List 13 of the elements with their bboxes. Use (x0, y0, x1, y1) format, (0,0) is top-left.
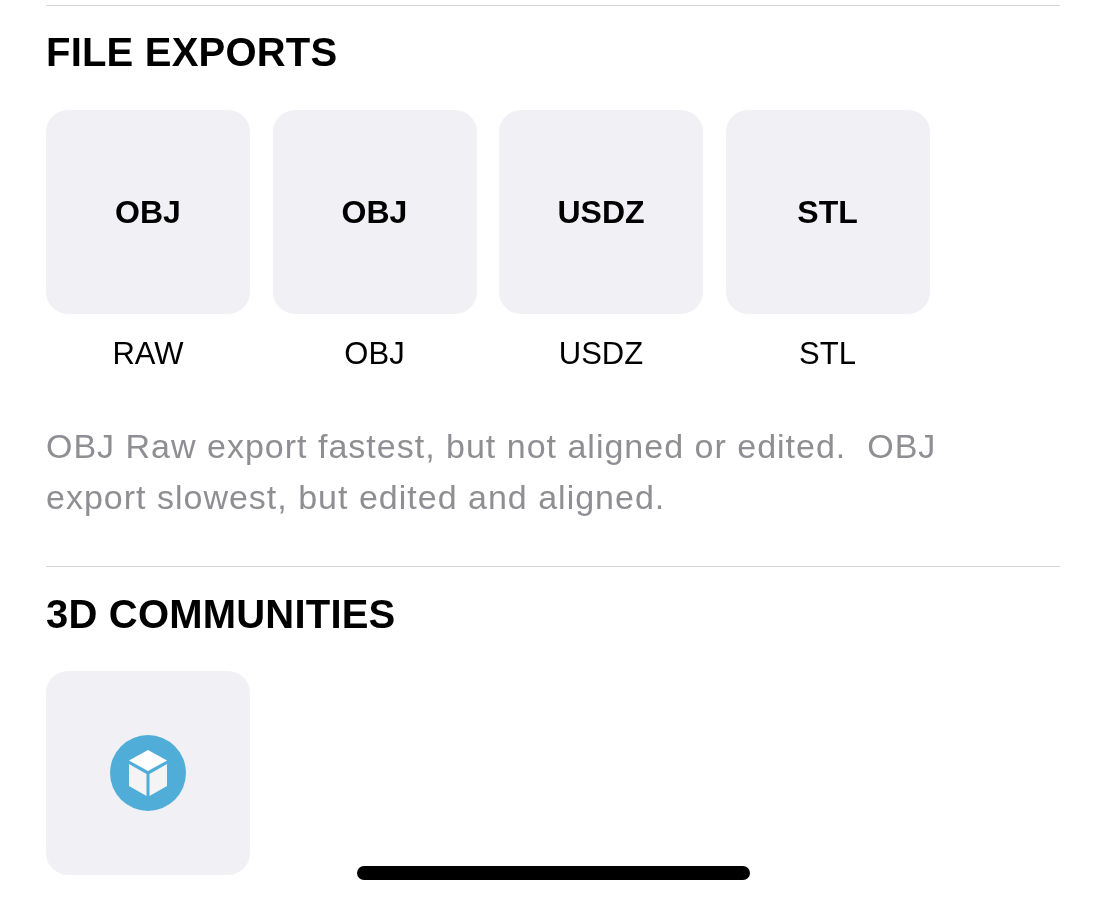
section-heading: FILE EXPORTS (46, 29, 339, 76)
community-tile[interactable] (46, 671, 250, 875)
tile-caption: RAW (112, 335, 184, 373)
tile-caption: USDZ (558, 335, 644, 373)
section-heading: 3D COMMUNITIES (46, 591, 397, 638)
tile-caption: OBJ (344, 335, 405, 373)
export-tile[interactable]: USDZ (499, 110, 703, 314)
cube-icon (110, 735, 186, 811)
export-note: OBJ Raw export fastest, but not aligned or edited. OBJ export slowest, but edited and aligned. (46, 426, 938, 518)
export-tile[interactable]: OBJ (272, 110, 477, 314)
export-tile[interactable]: OBJ (46, 110, 250, 314)
export-tile[interactable]: STL (725, 110, 930, 314)
tile-caption: STL (799, 335, 856, 373)
